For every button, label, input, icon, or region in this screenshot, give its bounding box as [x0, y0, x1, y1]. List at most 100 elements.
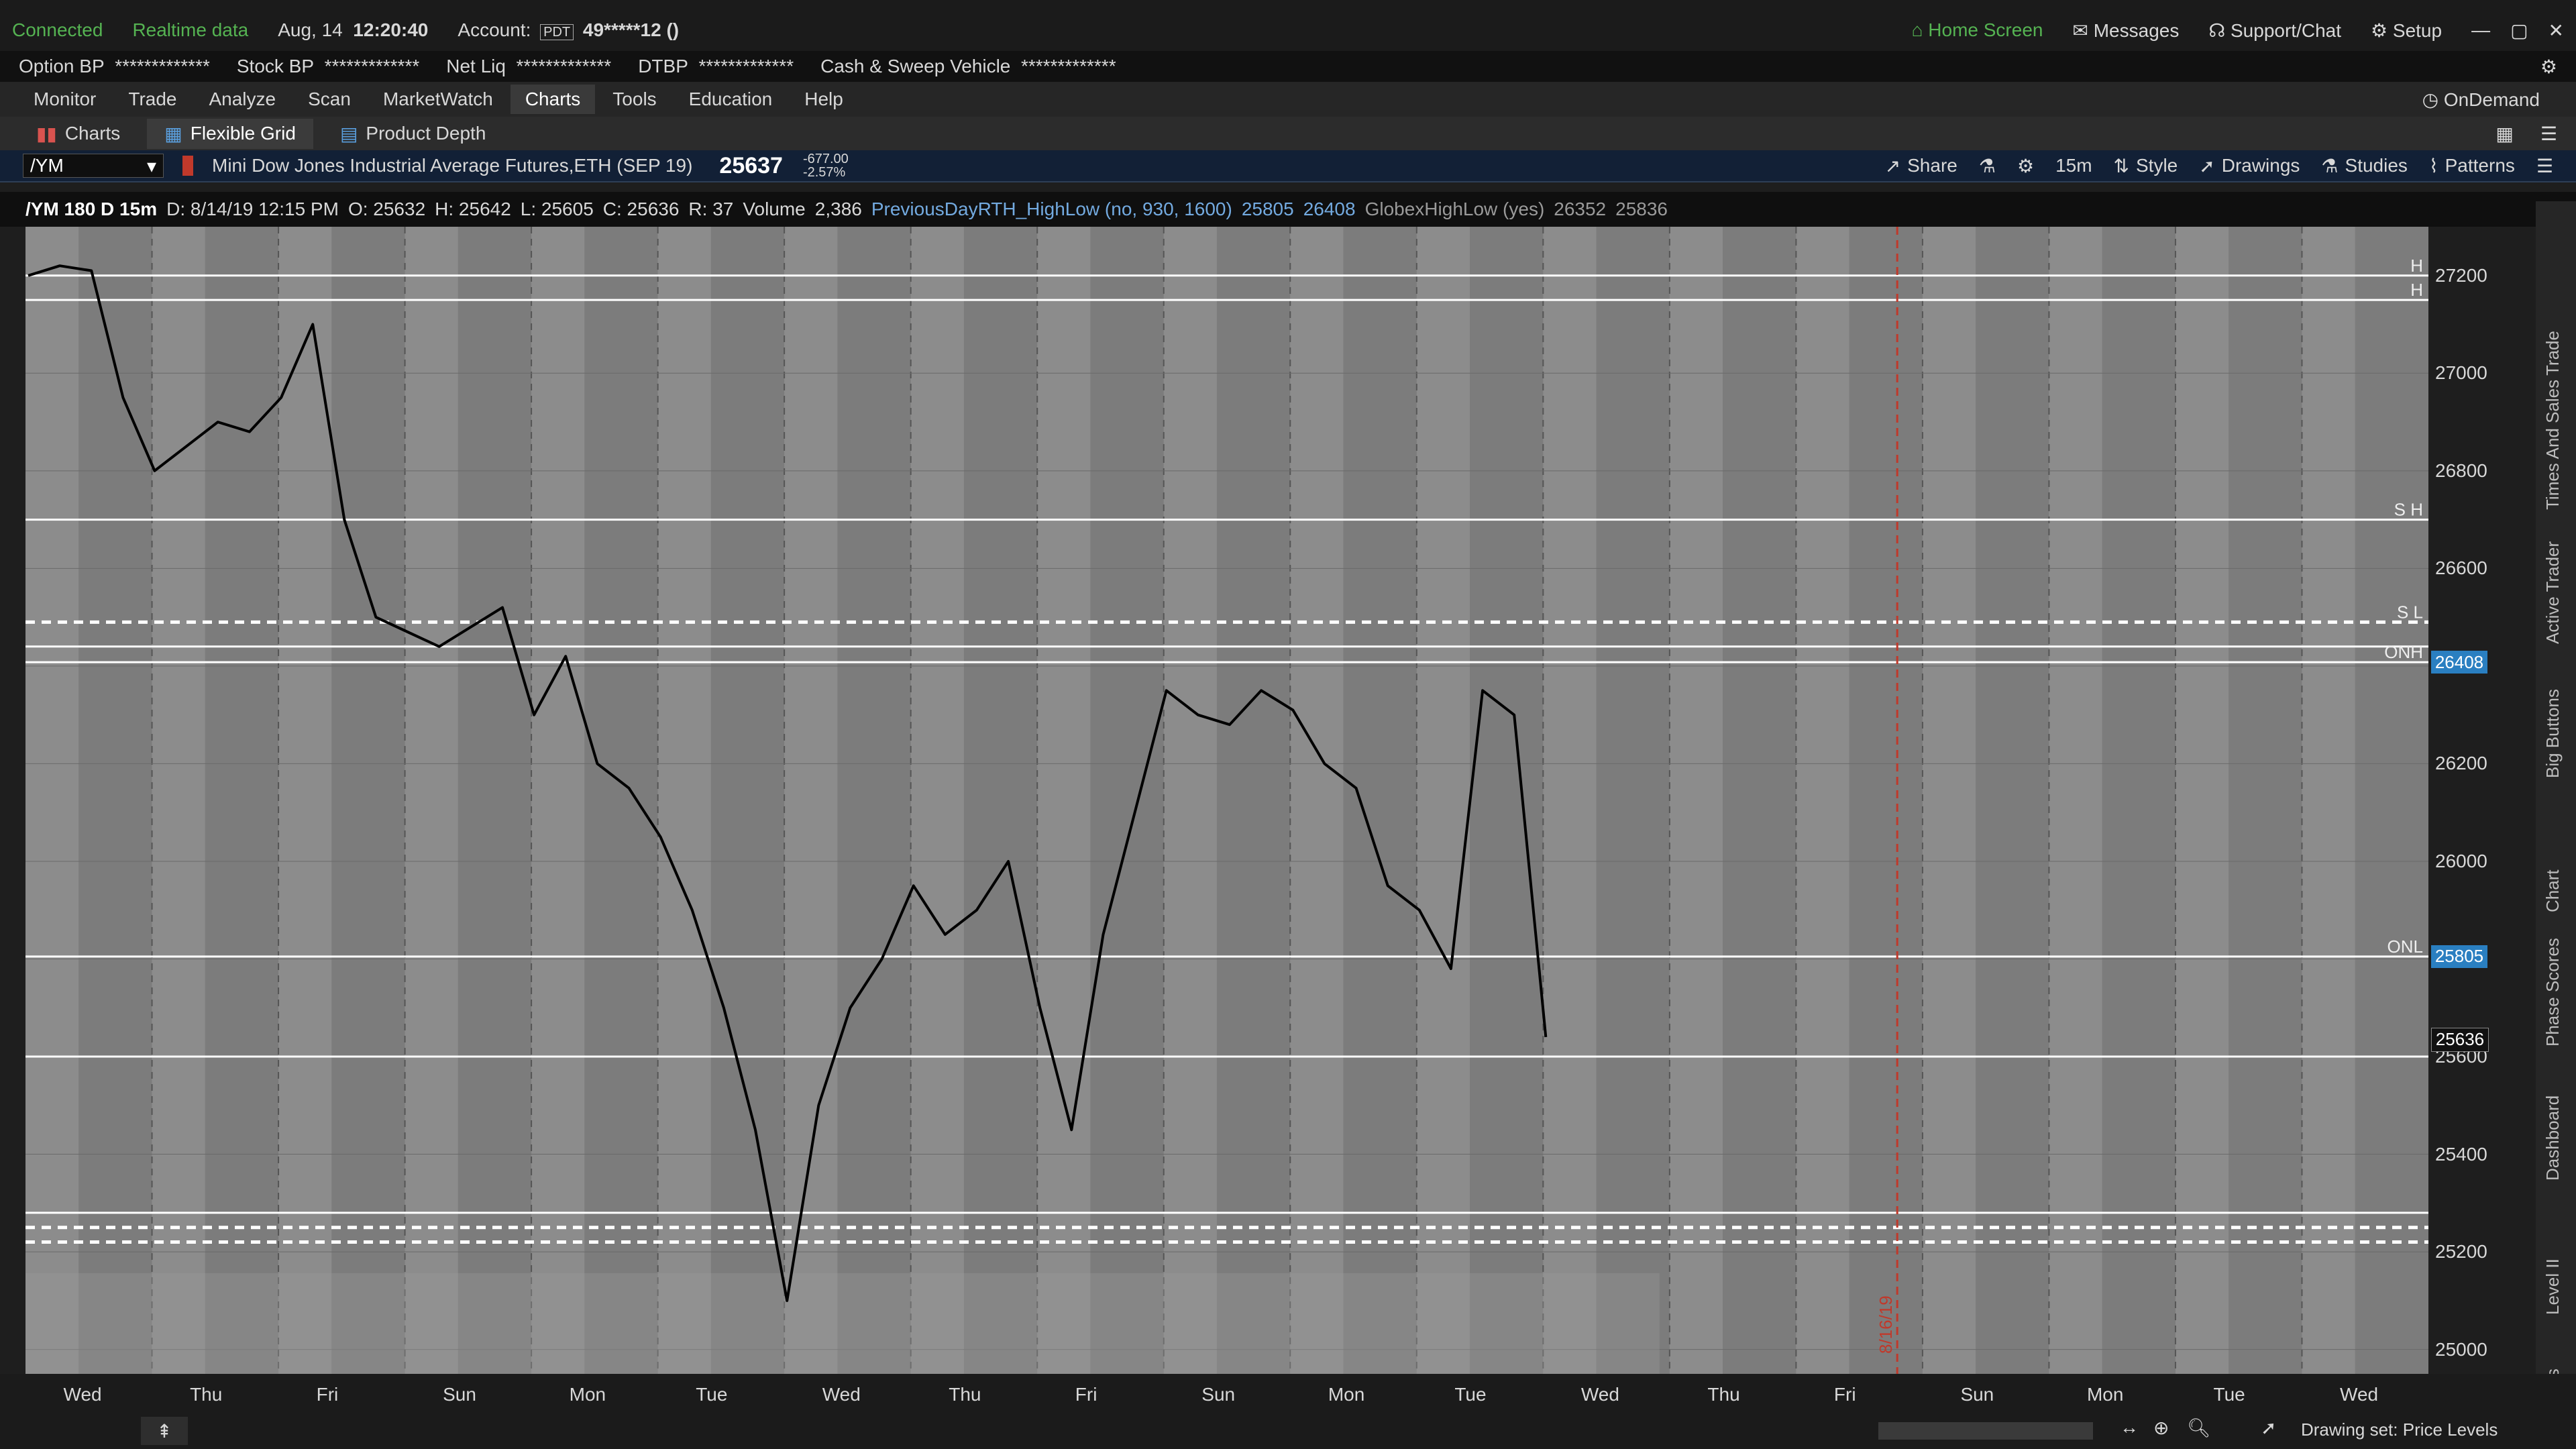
- session-shade: [1163, 227, 1217, 1374]
- share-button[interactable]: ↗ Share: [1885, 155, 1957, 177]
- chart-bottom-bar: Wed Thu Fri Sun Mon Tue Wed Thu Fri Sun Mon Tue Wed T…: [0, 1374, 2576, 1449]
- price-flag: 26408: [2431, 651, 2487, 674]
- grid-icon: ▦: [164, 123, 182, 144]
- pointer-icon[interactable]: ➚: [2261, 1417, 2276, 1439]
- info-range: R: 37: [688, 199, 734, 219]
- flask-icon: ⚗: [1978, 155, 1996, 176]
- side-tab-level-ii[interactable]: Level II: [2542, 1258, 2563, 1315]
- menu-education[interactable]: Education: [674, 85, 788, 114]
- menu-monitor[interactable]: Monitor: [19, 85, 111, 114]
- maximize-button[interactable]: ▢: [2510, 19, 2528, 42]
- menu-icon: ☰: [2536, 155, 2553, 176]
- time-axis: Wed Thu Fri Sun Mon Tue Wed Thu Fri Sun Mon Tue Wed T…: [64, 1384, 2379, 1405]
- event-marker-label: 8/16/19: [1876, 1295, 1896, 1354]
- clock-icon: ◷: [2422, 89, 2439, 110]
- timeframe-button[interactable]: 15m: [2055, 155, 2092, 176]
- zoom-icon[interactable]: 🔍︎: [2187, 1417, 2211, 1439]
- bp-netliq: Net Liq *************: [446, 56, 612, 76]
- info-high: H: 25642: [435, 199, 511, 219]
- crosshair-icon[interactable]: ⊕: [2153, 1417, 2169, 1439]
- x-tick-label: Wed: [64, 1384, 102, 1405]
- menu-trade[interactable]: Trade: [113, 85, 191, 114]
- menu-scan[interactable]: Scan: [293, 85, 366, 114]
- close-button[interactable]: ✕: [2548, 19, 2564, 42]
- studies-button[interactable]: ⚗ Studies: [2321, 155, 2408, 177]
- layout-grid-icon[interactable]: ▦: [2496, 123, 2513, 145]
- link-color-icon[interactable]: [182, 156, 193, 176]
- session-shade: [1669, 227, 1723, 1374]
- tab-flexible-grid[interactable]: ▦ Flexible Grid: [147, 118, 313, 149]
- info-open: O: 25632: [347, 199, 426, 219]
- price-flag: 25636: [2431, 1027, 2489, 1052]
- x-tick-label: Mon: [1328, 1384, 1364, 1405]
- style-button[interactable]: ⇅ Style: [2114, 155, 2178, 177]
- y-tick-label: 26200: [2435, 753, 2487, 774]
- patterns-button[interactable]: ⌇ Patterns: [2429, 155, 2515, 177]
- symbol-selector[interactable]: /YM ▾: [23, 154, 164, 178]
- info-symbol: /YM 180 D 15m: [25, 199, 158, 219]
- x-tick-label: Wed: [822, 1384, 861, 1405]
- chart-menu-button[interactable]: ☰: [2536, 155, 2553, 177]
- info-date: D: 8/14/19 12:15 PM: [166, 199, 339, 219]
- side-tab-dashboard[interactable]: Dashboard: [2542, 1095, 2563, 1181]
- tab-product-depth[interactable]: ▤ Product Depth: [323, 119, 503, 149]
- info-low: L: 25605: [520, 199, 594, 219]
- setup-button[interactable]: ⚙ Setup: [2371, 19, 2442, 42]
- side-tab-big-buttons[interactable]: Big Buttons: [2542, 689, 2563, 778]
- home-screen-button[interactable]: ⌂ Home Screen: [1912, 19, 2043, 41]
- info-study1-v2: 26408: [1303, 199, 1356, 219]
- side-tab-phase-scores[interactable]: Phase Scores: [2542, 938, 2563, 1046]
- pan-icon[interactable]: ↔: [2120, 1417, 2139, 1438]
- x-tick-label: Tue: [1454, 1384, 1486, 1405]
- account-selector[interactable]: Account: PDT 49*****12 (): [458, 19, 679, 41]
- y-tick-label: 26000: [2435, 850, 2487, 871]
- x-tick-label: Thu: [190, 1384, 222, 1405]
- x-tick-label: Fri: [1075, 1384, 1097, 1405]
- session-shade: [2175, 227, 2229, 1374]
- info-study2-v2: 25836: [1615, 199, 1668, 219]
- side-panel-tabs: Trade Times And Sales Active Trader Big But…: [2536, 201, 2576, 1449]
- x-tick-label: Mon: [2087, 1384, 2123, 1405]
- info-study2-v1: 26352: [1554, 199, 1607, 219]
- support-chat-button[interactable]: ☊ Support/Chat: [2208, 19, 2341, 42]
- chart-settings-button[interactable]: ⚙: [2017, 155, 2034, 177]
- side-tab-trade[interactable]: Trade: [2542, 331, 2563, 376]
- side-tab-times-and-sales[interactable]: Times And Sales: [2542, 380, 2563, 510]
- pdt-badge: PDT: [540, 24, 574, 40]
- y-tick-label: 25200: [2435, 1241, 2487, 1263]
- menu-help[interactable]: Help: [790, 85, 858, 114]
- session-shade: [405, 227, 458, 1374]
- side-tab-chart[interactable]: Chart: [2542, 869, 2563, 912]
- tab-charts[interactable]: ▮▮ Charts: [19, 119, 138, 149]
- x-tick-label: Wed: [2340, 1384, 2378, 1405]
- bp-option: Option BP *************: [19, 56, 210, 76]
- symbol-description: Mini Dow Jones Industrial Average Future…: [212, 155, 693, 176]
- session-shade: [2302, 227, 2355, 1374]
- drawing-set-label[interactable]: Drawing set: Price Levels: [2301, 1419, 2498, 1440]
- x-tick-label: Tue: [696, 1384, 727, 1405]
- session-shade: [1543, 227, 1597, 1374]
- menu-charts[interactable]: Charts: [510, 85, 596, 114]
- session-shade: [531, 227, 585, 1374]
- dropdown-icon: ▾: [146, 155, 156, 176]
- net-change: -677.00 -2.57%: [802, 152, 849, 180]
- session-shade: [25, 227, 79, 1374]
- collapse-icon[interactable]: ⇞: [141, 1417, 188, 1445]
- price-level-label: ONH: [2384, 642, 2423, 662]
- info-volume: 2,386: [814, 199, 862, 219]
- menu-analyze[interactable]: Analyze: [194, 85, 290, 114]
- scrollbar[interactable]: [1878, 1422, 2093, 1440]
- menu-marketwatch[interactable]: MarketWatch: [368, 85, 508, 114]
- minimize-button[interactable]: —: [2471, 19, 2490, 41]
- price-chart[interactable]: HH S H S L ONH ONL 8/16/19: [25, 227, 2428, 1374]
- list-icon[interactable]: ☰: [2540, 123, 2557, 145]
- mail-icon: ✉: [2072, 19, 2088, 41]
- settings-gear-icon[interactable]: ⚙: [2540, 56, 2557, 78]
- flask-button[interactable]: ⚗: [1979, 155, 1996, 177]
- side-tab-active-trader[interactable]: Active Trader: [2542, 541, 2563, 644]
- price-axis[interactable]: 2500025200254002560025800260002620026400…: [2428, 227, 2536, 1374]
- messages-button[interactable]: ✉ Messages: [2072, 19, 2179, 42]
- drawings-button[interactable]: ➚ Drawings: [2199, 155, 2300, 177]
- ondemand-button[interactable]: ◷ OnDemand: [2408, 85, 2555, 115]
- menu-tools[interactable]: Tools: [598, 85, 671, 114]
